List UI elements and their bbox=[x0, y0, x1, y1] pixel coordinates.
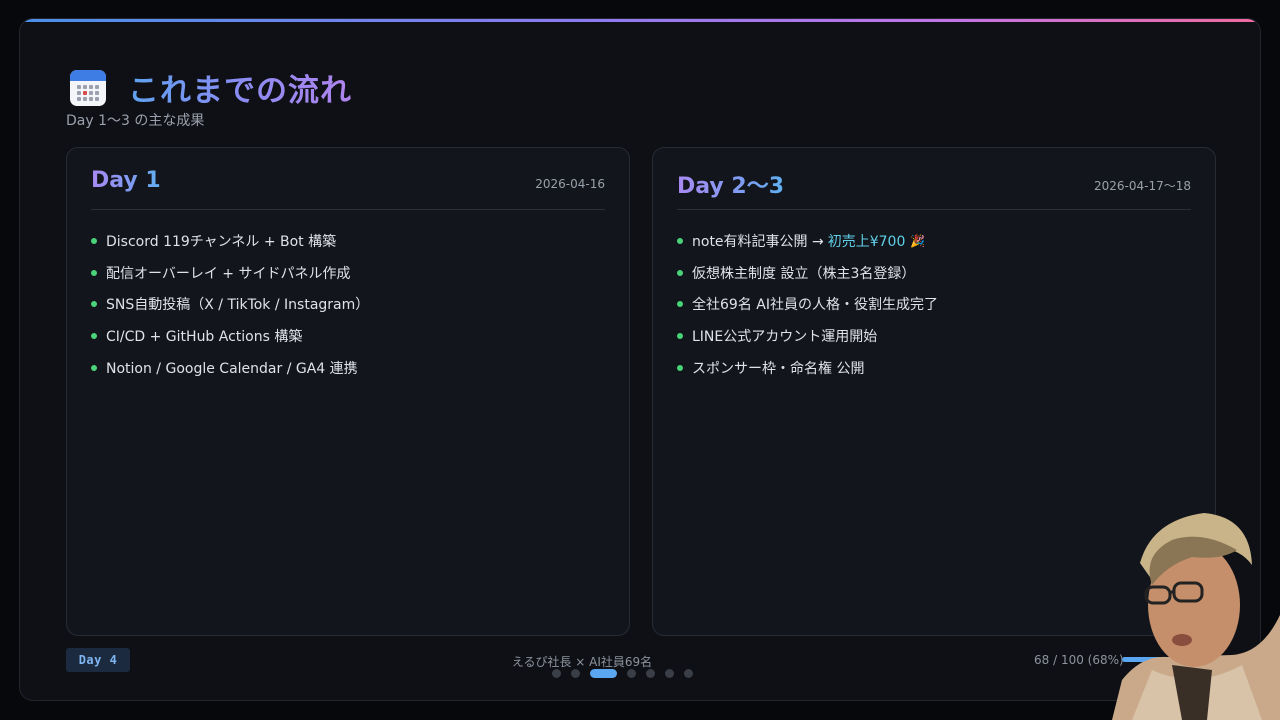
pagination-dot[interactable] bbox=[665, 669, 674, 678]
bullet-icon bbox=[91, 301, 97, 308]
party-popper-icon: 🎉 bbox=[910, 233, 926, 248]
first-sale-highlight: 初売上¥700 bbox=[827, 233, 906, 250]
pagination-dot-active[interactable] bbox=[590, 669, 617, 678]
pagination-dot[interactable] bbox=[627, 669, 636, 678]
achievement-list: Discord 119チャンネル + Bot 構築 配信オーバーレイ + サイド… bbox=[91, 225, 369, 383]
achievement-list: note有料記事公開 → 初売上¥700 🎉 仮想株主制度 設立（株主3名登録） 全… bbox=[677, 225, 938, 383]
bullet-icon bbox=[677, 301, 683, 308]
card-header: Day 2〜3 2026-04-17〜18 bbox=[677, 168, 1191, 210]
slide: これまでの流れ Day 1〜3 の主な成果 Day 1 2026-04-16 D… bbox=[19, 18, 1261, 701]
bullet-icon bbox=[91, 237, 97, 244]
list-item: note有料記事公開 → 初売上¥700 🎉 bbox=[677, 225, 938, 257]
bullet-icon bbox=[677, 364, 683, 371]
pagination-dot[interactable] bbox=[571, 669, 580, 678]
list-item: 配信オーバーレイ + サイドパネル作成 bbox=[91, 257, 369, 289]
footer-credit: えるぴ社長 × AI社員69名 bbox=[511, 655, 653, 669]
card-title: Day 2〜3 bbox=[677, 168, 784, 200]
day1-card: Day 1 2026-04-16 Discord 119チャンネル + Bot … bbox=[66, 147, 630, 636]
bullet-icon bbox=[91, 364, 97, 371]
card-header: Day 1 2026-04-16 bbox=[91, 168, 605, 210]
bullet-icon bbox=[91, 269, 97, 276]
bullet-icon bbox=[677, 332, 683, 339]
bullet-icon bbox=[91, 332, 97, 339]
page-subtitle: Day 1〜3 の主な成果 bbox=[66, 113, 205, 129]
pagination-dots bbox=[552, 669, 693, 678]
webcam-overlay bbox=[1112, 513, 1280, 720]
pagination-dot[interactable] bbox=[552, 669, 561, 678]
list-item: 仮想株主制度 設立（株主3名登録） bbox=[677, 257, 938, 289]
top-accent-bar bbox=[20, 19, 1260, 22]
bullet-icon bbox=[677, 237, 683, 244]
pagination-dot[interactable] bbox=[646, 669, 655, 678]
title-row: これまでの流れ bbox=[70, 65, 352, 110]
list-item: Notion / Google Calendar / GA4 連携 bbox=[91, 352, 369, 384]
pagination-dot[interactable] bbox=[684, 669, 693, 678]
bullet-icon bbox=[677, 269, 683, 276]
list-item: Discord 119チャンネル + Bot 構築 bbox=[91, 225, 369, 257]
list-item: SNS自動投稿（X / TikTok / Instagram） bbox=[91, 288, 369, 320]
list-item: CI/CD + GitHub Actions 構築 bbox=[91, 320, 369, 352]
page-title: これまでの流れ bbox=[128, 65, 352, 110]
list-item: LINE公式アカウント運用開始 bbox=[677, 320, 938, 352]
progress-text: 68 / 100 (68%) bbox=[1034, 653, 1124, 667]
card-date: 2026-04-16 bbox=[535, 177, 605, 191]
list-item: スポンサー枠・命名権 公開 bbox=[677, 352, 938, 384]
list-item: 全社69名 AI社員の人格・役割生成完了 bbox=[677, 288, 938, 320]
card-title: Day 1 bbox=[91, 168, 161, 193]
calendar-icon bbox=[70, 69, 106, 106]
card-date: 2026-04-17〜18 bbox=[1093, 179, 1191, 193]
